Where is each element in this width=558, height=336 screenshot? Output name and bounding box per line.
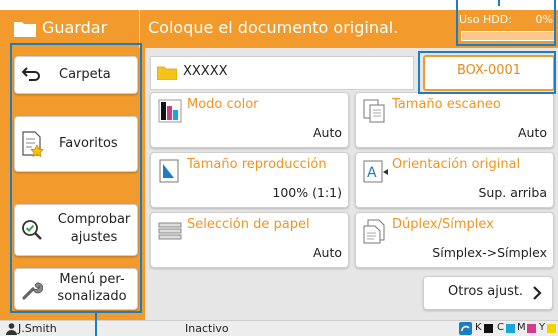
tile-value: Símplex->Símplex [432, 245, 547, 260]
folder-icon [157, 66, 177, 80]
ink-y-indicator [547, 324, 556, 333]
ink-label-m: M [517, 322, 526, 333]
tile-orientacion-original[interactable]: A Orientación original Sup. arriba [355, 152, 554, 208]
instruction-message: Coloque el documento original. [148, 18, 399, 37]
scan-size-icon [363, 99, 385, 123]
callout-sidebar-highlight [10, 43, 142, 313]
callout-box-highlight [418, 51, 556, 94]
paper-tray-icon [158, 222, 182, 240]
network-icon [459, 322, 472, 335]
tile-name: Dúplex/Símplex [392, 217, 494, 232]
tile-name: Tamaño escaneo [392, 97, 501, 112]
folder-path-field[interactable]: XXXXX [150, 56, 414, 90]
tile-modo-color[interactable]: Modo color Auto [150, 92, 349, 148]
ink-label-y: Y [539, 322, 546, 333]
reproduction-size-icon [159, 159, 179, 183]
callout-sidebar-leader [95, 313, 97, 336]
logged-in-user: J.Smith [18, 322, 57, 335]
svg-text:A: A [367, 165, 377, 181]
folder-path: XXXXX [183, 64, 228, 79]
ink-c-indicator [506, 324, 515, 333]
ink-m-indicator [527, 324, 536, 333]
ink-k-indicator [484, 324, 493, 333]
orientation-icon: A [363, 160, 388, 183]
callout-hdd-highlight [456, 0, 556, 46]
tile-name: Selección de papel [187, 217, 310, 232]
machine-state: Inactivo [185, 322, 229, 335]
tile-name: Modo color [187, 97, 259, 112]
tile-value: Auto [517, 125, 547, 140]
user-icon [6, 323, 17, 335]
tile-name: Tamaño reproducción [187, 157, 327, 172]
tile-tamano-reproduccion[interactable]: Tamaño reproducción 100% (1:1) [150, 152, 349, 208]
tile-value: 100% (1:1) [272, 185, 342, 200]
status-bar: J.Smith Inactivo K C M Y [0, 320, 558, 336]
tile-value: Auto [312, 125, 342, 140]
ink-label-c: C [497, 322, 504, 333]
more-settings-button[interactable]: Otros ajust. [423, 276, 553, 310]
tile-seleccion-papel[interactable]: Selección de papel Auto [150, 212, 349, 268]
tile-name: Orientación original [392, 157, 521, 172]
mode-title: Guardar [42, 18, 108, 37]
tile-value: Auto [312, 245, 342, 260]
tile-value: Sup. arriba [478, 185, 547, 200]
callout-hdd-leader [498, 0, 500, 6]
color-mode-icon [158, 99, 182, 123]
duplex-icon [363, 219, 385, 244]
tile-tamano-escaneo[interactable]: Tamaño escaneo Auto [355, 92, 554, 148]
more-settings-label: Otros ajust. [448, 284, 524, 299]
folder-icon [14, 22, 36, 37]
ink-label-k: K [475, 322, 482, 333]
tile-duplex-simplex[interactable]: Dúplex/Símplex Símplex->Símplex [355, 212, 554, 268]
chevron-right-icon [533, 286, 542, 300]
